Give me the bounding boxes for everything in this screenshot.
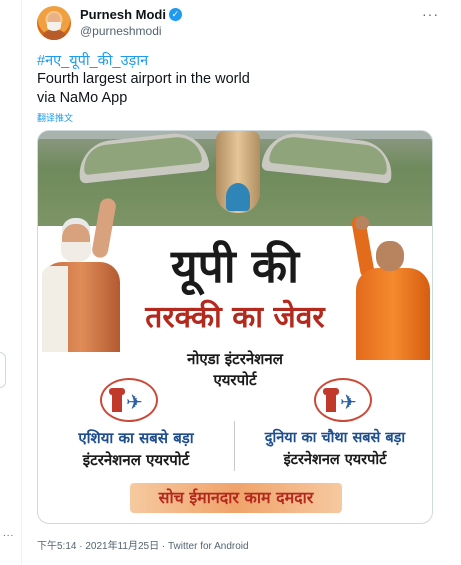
rail-more-icon[interactable]: ... xyxy=(3,528,14,539)
more-options-icon[interactable]: ··· xyxy=(422,6,439,22)
verified-badge-icon: ✓ xyxy=(168,8,182,21)
tweet-text-line-2: via NaMo App xyxy=(37,90,128,106)
feature-asia-largest: एशिया का सबसे बड़ा इंटरनेशनल एयरपोर्ट xyxy=(78,429,194,469)
left-rail: ... xyxy=(0,0,22,565)
hashtag-link[interactable]: #नए_यूपी_की_उड़ान xyxy=(37,50,148,70)
tweet-timestamp-source[interactable]: 下午5:14 · 2021年11月25日 · Twitter for Andro… xyxy=(37,537,249,552)
scroll-handle[interactable] xyxy=(0,352,6,388)
poster-slogan-text: सोच ईमानदार काम दमदार xyxy=(158,488,314,507)
avatar[interactable] xyxy=(37,6,71,40)
author-display-name[interactable]: Purnesh Modi xyxy=(80,7,166,22)
feature-world-fourth: दुनिया का चौथा सबसे बड़ा इंटरनेशनल एयरपो… xyxy=(264,430,406,468)
author-handle[interactable]: @purneshmodi xyxy=(80,24,162,38)
tweet-media-image[interactable]: यूपी की तरक्की का जेवर नोएडा इंटरनेशनल ए… xyxy=(37,130,433,524)
poster-headline-1: यूपी की xyxy=(171,239,299,293)
tweet-text: Fourth largest airport in the world via … xyxy=(37,70,437,108)
tweet[interactable]: Purnesh Modi ✓ @purneshmodi ··· #नए_यूपी… xyxy=(22,0,461,565)
poster-headline-2: तरक्की का जेवर xyxy=(145,300,325,335)
poster-subhead-line-2: एयरपोर्ट xyxy=(213,371,257,389)
tweet-text-line-1: Fourth largest airport in the world xyxy=(37,71,250,87)
poster-subhead: नोएडा इंटरनेशनल एयरपोर्ट xyxy=(38,349,432,391)
poster-subhead-line-1: नोएडा इंटरनेशनल xyxy=(187,350,283,368)
feature-divider xyxy=(234,421,235,471)
translate-tweet-link[interactable]: 翻译推文 xyxy=(37,111,73,124)
poster-slogan-banner: सोच ईमानदार काम दमदार xyxy=(130,483,342,513)
airport-tower-icon: ✈ xyxy=(314,378,372,422)
airport-tower-icon: ✈ xyxy=(100,378,158,422)
author-name-row[interactable]: Purnesh Modi ✓ xyxy=(80,7,182,22)
